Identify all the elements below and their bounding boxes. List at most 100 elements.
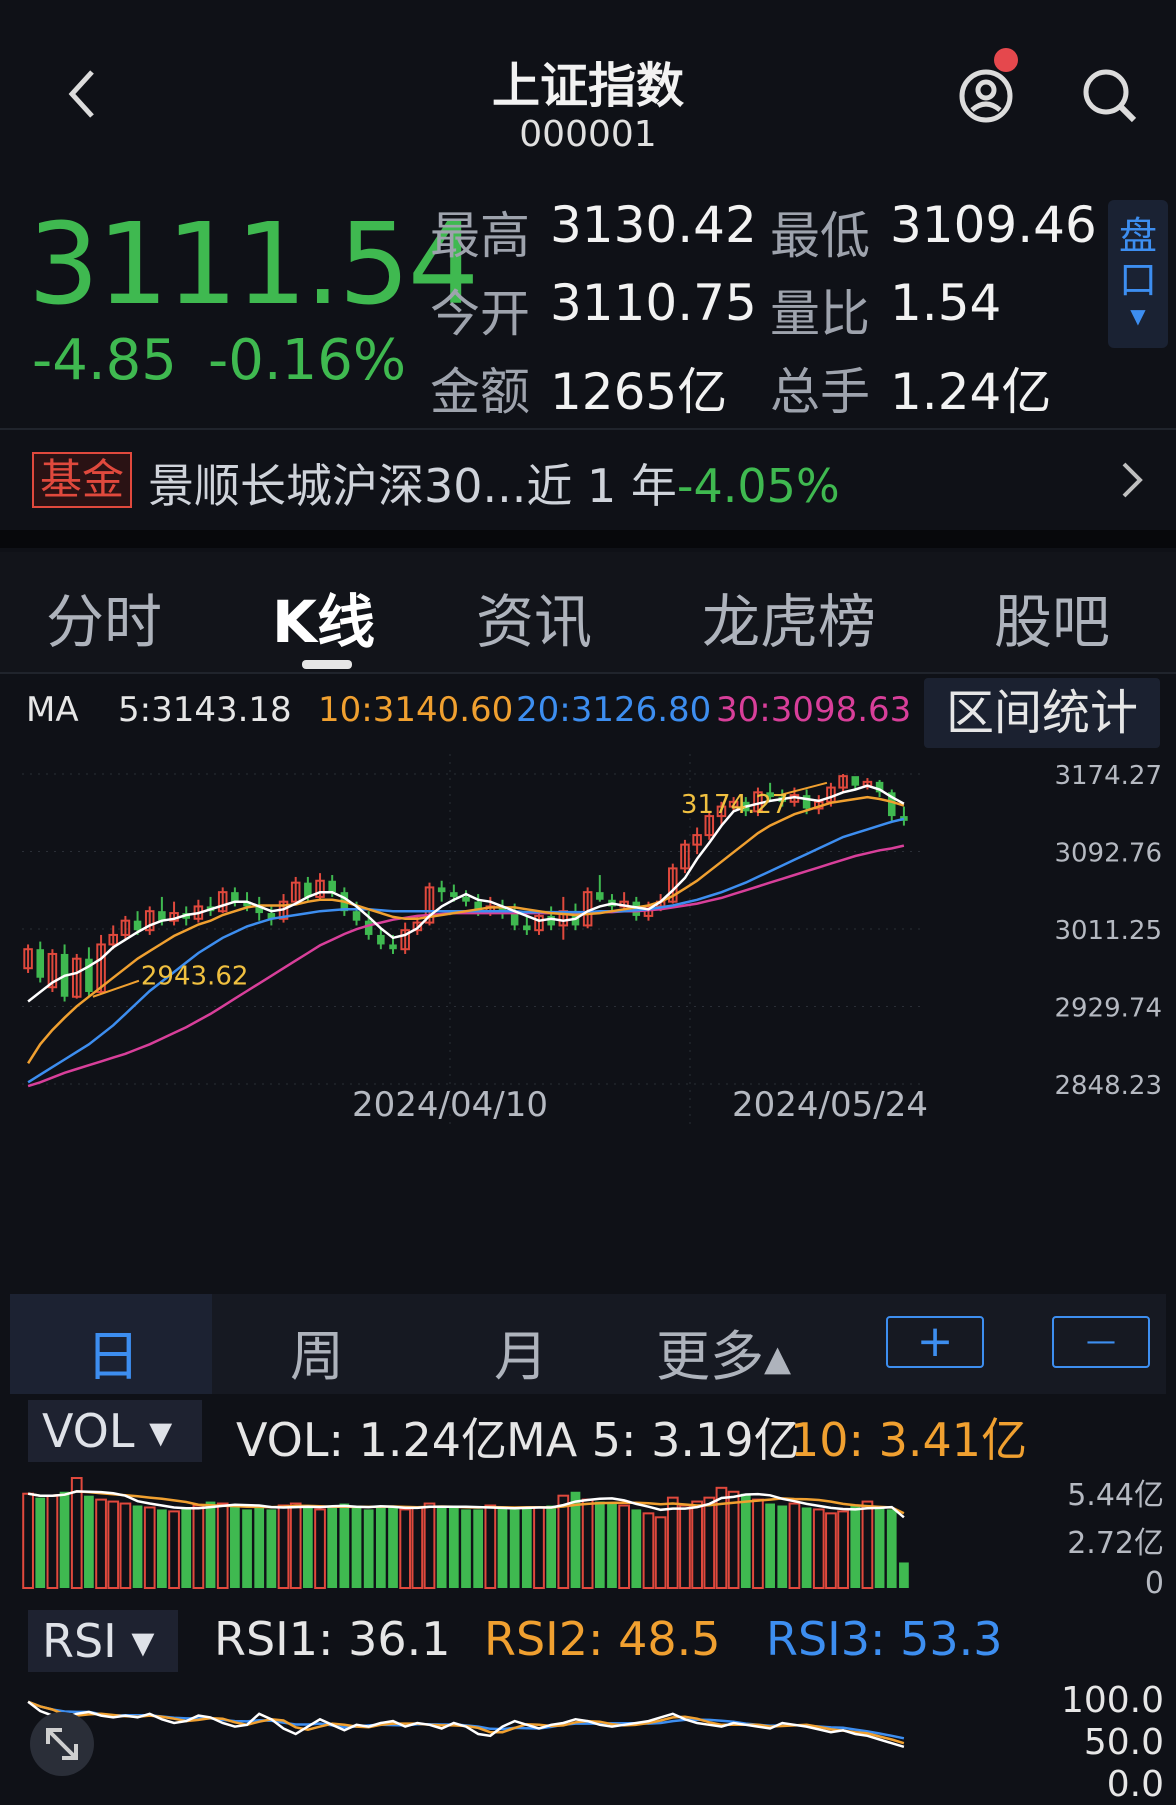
volume-ratio-value: 1.54 <box>890 274 1002 332</box>
volume-bar <box>727 1490 740 1589</box>
volume-bar <box>581 1498 594 1590</box>
volume-chart <box>22 1477 909 1590</box>
volume-bar <box>95 1498 107 1590</box>
ma10-value: 10:3140.60 <box>318 690 514 730</box>
turnover-label: 总手 <box>770 363 870 421</box>
rsi-axis-min: 0.0 <box>1106 1764 1164 1805</box>
candle-body <box>523 925 531 931</box>
volume-bar <box>314 1508 326 1589</box>
tab-kline[interactable]: K线 <box>272 575 375 659</box>
volume-bar <box>861 1500 874 1590</box>
volume-bar <box>70 1477 83 1589</box>
price-axis-label: 2848.23 <box>1054 1071 1162 1101</box>
volume-bar <box>107 1500 120 1590</box>
price-axis-label: 3011.25 <box>1054 916 1162 946</box>
candle-body <box>802 795 811 809</box>
tab-dragon-tiger[interactable]: 龙虎榜 <box>702 575 876 659</box>
candle-body <box>389 944 397 950</box>
rsi-indicator-select[interactable]: RSI ▾ <box>28 1610 178 1672</box>
volume-bar <box>399 1508 412 1589</box>
price-axis-label: 2929.74 <box>1054 994 1162 1024</box>
volume-bar <box>837 1510 849 1589</box>
volume-ratio-label: 量比 <box>770 285 870 343</box>
tab-intraday[interactable]: 分时 <box>46 575 162 659</box>
vol-axis-min: 0 <box>1144 1566 1164 1601</box>
ma30-value: 30:3098.63 <box>716 690 912 730</box>
rsi-axis-max: 100.0 <box>1060 1680 1164 1721</box>
price-axis-label: 3092.76 <box>1054 839 1162 869</box>
volume-bar <box>143 1506 156 1589</box>
active-tab-indicator <box>302 660 352 669</box>
volume-bar <box>740 1493 751 1588</box>
period-more[interactable]: 更多▴ <box>656 1312 791 1391</box>
fund-tag: 基金 <box>32 452 133 508</box>
volume-bar <box>557 1494 570 1589</box>
fund-return: -4.05% <box>676 459 840 513</box>
candle-body <box>352 911 361 921</box>
volume-bar <box>168 1510 180 1589</box>
price-change-percent: -0.16% <box>208 328 407 393</box>
rsi2-line <box>27 1700 905 1745</box>
volume-bar <box>302 1507 313 1588</box>
period-week[interactable]: 周 <box>290 1312 344 1391</box>
volume-bar <box>850 1505 861 1588</box>
volume-bar <box>679 1504 691 1589</box>
date-axis-label: 2024/05/24 <box>732 1085 928 1125</box>
ma10-line <box>27 795 905 1064</box>
vol-axis-max: 5.44亿 <box>1067 1478 1164 1513</box>
pankou-label-2: 口 <box>1118 258 1157 302</box>
kline-chart[interactable]: 3174.27 2943.62 3174.27 3092.76 3011.25 2929.… <box>10 754 1166 1294</box>
volume-bar <box>654 1516 667 1589</box>
volume-bar <box>788 1502 801 1589</box>
volume-bar <box>230 1505 240 1588</box>
volume-bar <box>375 1505 386 1588</box>
volume-bar <box>509 1509 520 1588</box>
range-stats-button[interactable]: 区间统计 <box>924 678 1160 748</box>
volume-bar <box>181 1507 192 1588</box>
volume-bar <box>703 1496 716 1589</box>
amount-label: 金额 <box>430 363 530 421</box>
date-axis-label: 2024/04/10 <box>352 1085 548 1125</box>
period-month[interactable]: 月 <box>494 1312 548 1391</box>
volume-bar <box>46 1494 59 1589</box>
low-annotation-label: 2943.62 <box>141 962 249 992</box>
fund-name: 景顺长城沪深30...近 1 年-4.05% <box>148 450 840 516</box>
volume-bar <box>765 1503 775 1588</box>
volume-bar <box>132 1505 143 1588</box>
candle-body <box>231 892 239 902</box>
section-divider <box>0 530 1176 548</box>
period-day[interactable]: 日 <box>86 1312 140 1391</box>
tab-forum[interactable]: 股吧 <box>994 575 1110 659</box>
volume-bar <box>242 1509 252 1588</box>
chevron-right-icon <box>1118 460 1146 504</box>
zoom-out-button[interactable]: — <box>1052 1316 1150 1368</box>
volume-bar <box>484 1504 497 1589</box>
volume-bar <box>254 1507 265 1588</box>
turnover-value: 1.24亿 <box>890 363 1052 421</box>
candle-body <box>851 776 860 786</box>
search-button[interactable] <box>1080 66 1140 126</box>
candle-body <box>450 892 458 897</box>
tab-news[interactable]: 资讯 <box>476 575 592 659</box>
zoom-in-button[interactable]: + <box>886 1316 984 1368</box>
vol-indicator-select[interactable]: VOL ▾ <box>28 1400 202 1462</box>
expand-button[interactable] <box>30 1712 94 1776</box>
ma-label: MA <box>26 690 79 730</box>
volume-bar <box>327 1505 338 1588</box>
rsi3-value: RSI3: 53.3 <box>766 1612 1003 1666</box>
pankou-button[interactable]: 盘 口 ▼ <box>1108 200 1168 348</box>
user-icon <box>959 69 1013 123</box>
volume-bar <box>59 1491 70 1588</box>
volume-bar <box>461 1509 471 1588</box>
candle-body <box>328 880 336 893</box>
candle-body <box>547 915 555 926</box>
user-button[interactable] <box>956 48 1020 126</box>
volume-bar <box>631 1509 642 1588</box>
volume-bar <box>812 1508 825 1589</box>
volume-bar <box>777 1505 788 1588</box>
rsi2-value: RSI2: 48.5 <box>484 1612 721 1666</box>
open-value: 3110.75 <box>550 274 757 332</box>
volume-bar <box>546 1505 557 1588</box>
expand-arrows-icon <box>46 1728 78 1760</box>
rsi-chart <box>27 1700 905 1748</box>
